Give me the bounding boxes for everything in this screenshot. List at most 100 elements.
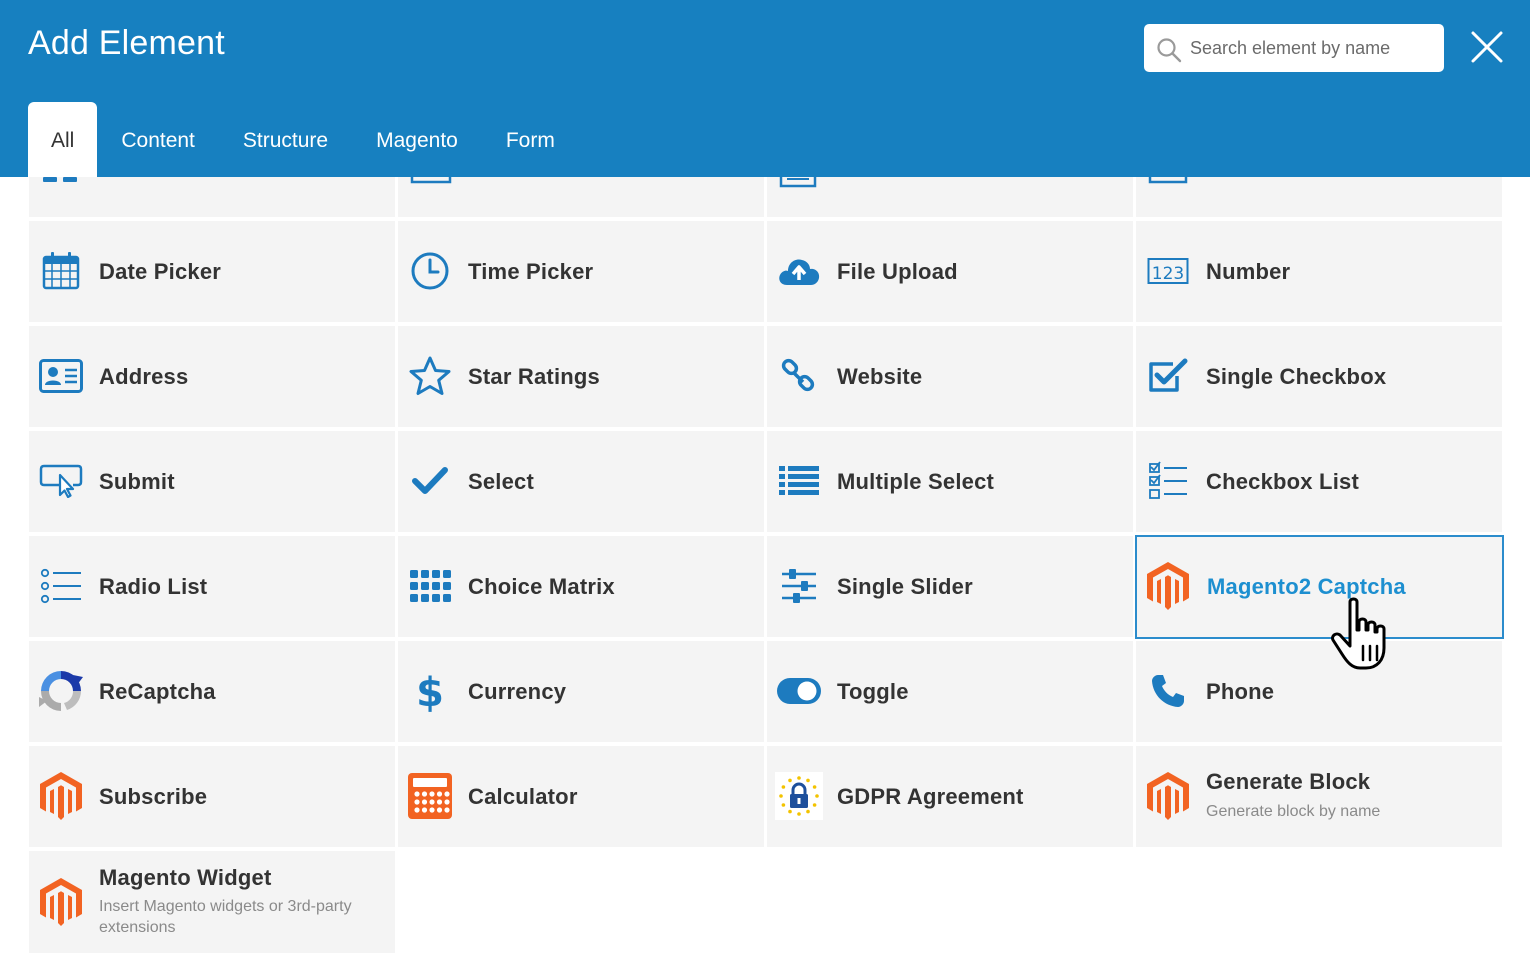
toggle-icon xyxy=(775,667,823,715)
element-toggle[interactable]: Toggle xyxy=(767,641,1133,742)
element-choice-matrix[interactable]: Choice Matrix xyxy=(398,536,764,637)
radio-list-icon xyxy=(37,562,85,610)
element-label: Select xyxy=(468,468,535,494)
element-label: Number xyxy=(1206,258,1291,284)
magento-icon xyxy=(1144,562,1192,610)
modal-header: Add Element All Content Structure Magent… xyxy=(0,0,1530,177)
pointer-click-icon xyxy=(37,457,85,505)
element-label: Single Checkbox xyxy=(1206,363,1387,389)
phone-icon xyxy=(1144,667,1192,715)
element-label: Multiple Select xyxy=(837,468,995,494)
element-single-slider[interactable]: Single Slider xyxy=(767,536,1133,637)
tab-form[interactable]: Form xyxy=(482,102,579,177)
checkbox-list-icon xyxy=(1144,457,1192,505)
element-website[interactable]: Website xyxy=(767,326,1133,427)
partial-icon xyxy=(43,177,77,182)
magento-icon xyxy=(37,878,85,926)
element-label: Submit xyxy=(99,468,175,494)
dollar-icon: $ xyxy=(406,667,454,715)
clock-icon xyxy=(406,247,454,295)
checkmark-icon xyxy=(406,457,454,505)
element-submit[interactable]: Submit xyxy=(29,431,395,532)
element-label: Subscribe xyxy=(99,783,208,809)
element-description: Insert Magento widgets or 3rd-party exte… xyxy=(99,898,352,936)
element-label: Address xyxy=(99,363,189,389)
element-label: Magento Widget xyxy=(99,865,272,890)
calendar-icon xyxy=(37,247,85,295)
number-123-icon: 123 xyxy=(1144,247,1192,295)
element-currency[interactable]: $ Currency xyxy=(398,641,764,742)
tab-all[interactable]: All xyxy=(28,102,98,177)
address-card-icon xyxy=(37,352,85,400)
element-label: ReCaptcha xyxy=(99,678,216,704)
sliders-icon xyxy=(775,562,823,610)
element-multiple-select[interactable]: Multiple Select xyxy=(767,431,1133,532)
list-icon xyxy=(775,457,823,505)
element-address[interactable]: Address xyxy=(29,326,395,427)
tab-bar: All Content Structure Magento Form xyxy=(28,102,579,177)
close-icon[interactable] xyxy=(1468,28,1506,66)
element-label: Checkbox List xyxy=(1206,468,1359,494)
element-label: Currency xyxy=(468,678,567,704)
element-subscribe[interactable]: Subscribe xyxy=(29,746,395,847)
search-box[interactable] xyxy=(1144,24,1444,72)
tab-content[interactable]: Content xyxy=(97,102,219,177)
svg-text:$: $ xyxy=(416,670,444,713)
element-checkbox-list[interactable]: Checkbox List xyxy=(1136,431,1502,532)
element-recaptcha[interactable]: ReCaptcha xyxy=(29,641,395,742)
element-file-upload[interactable]: File Upload xyxy=(767,221,1133,322)
element-label: Radio List xyxy=(99,573,208,599)
tab-magento[interactable]: Magento xyxy=(352,102,482,177)
element-magento-widget[interactable]: Magento Widget Insert Magento widgets or… xyxy=(29,851,395,953)
element-time-picker[interactable]: Time Picker xyxy=(398,221,764,322)
element-grid: Date Picker Time Picker File Upload 123 … xyxy=(0,177,1530,965)
element-gdpr-agreement[interactable]: GDPR Agreement xyxy=(767,746,1133,847)
element-label: Magento2 Captcha xyxy=(1207,574,1406,599)
element-label: GDPR Agreement xyxy=(837,783,1024,809)
gdpr-lock-icon xyxy=(775,772,823,820)
element-label: Calculator xyxy=(468,783,578,809)
modal-title: Add Element xyxy=(28,24,225,62)
element-radio-list[interactable]: Radio List xyxy=(29,536,395,637)
element-tile-partial[interactable] xyxy=(1136,177,1502,217)
element-phone[interactable]: Phone xyxy=(1136,641,1502,742)
link-icon xyxy=(775,352,823,400)
tab-structure[interactable]: Structure xyxy=(219,102,352,177)
element-select[interactable]: Select xyxy=(398,431,764,532)
element-magento2-captcha[interactable]: Magento2 Captcha xyxy=(1135,535,1504,639)
partial-icon xyxy=(779,177,817,188)
element-tile-partial[interactable] xyxy=(767,177,1133,217)
cloud-upload-icon xyxy=(775,247,823,295)
element-label: Website xyxy=(837,363,923,389)
element-tile-partial[interactable] xyxy=(29,177,395,217)
element-label: File Upload xyxy=(837,258,958,284)
element-label: Star Ratings xyxy=(468,363,600,389)
element-generate-block[interactable]: Generate Block Generate block by name xyxy=(1136,746,1502,847)
recaptcha-icon xyxy=(37,667,85,715)
checkbox-icon xyxy=(1144,352,1192,400)
element-label: Phone xyxy=(1206,678,1275,704)
element-date-picker[interactable]: Date Picker xyxy=(29,221,395,322)
partial-icon xyxy=(1148,177,1188,184)
element-calculator[interactable]: Calculator xyxy=(398,746,764,847)
element-single-checkbox[interactable]: Single Checkbox xyxy=(1136,326,1502,427)
search-input[interactable] xyxy=(1190,24,1436,72)
grid-icon xyxy=(406,562,454,610)
element-label: Time Picker xyxy=(468,258,594,284)
search-icon xyxy=(1157,38,1182,63)
element-description: Generate block by name xyxy=(1206,803,1381,820)
element-label: Toggle xyxy=(837,678,909,704)
magento-icon xyxy=(1144,772,1192,820)
element-tile-partial[interactable] xyxy=(398,177,764,217)
element-label: Date Picker xyxy=(99,258,222,284)
element-number[interactable]: 123 Number xyxy=(1136,221,1502,322)
svg-text:123: 123 xyxy=(1152,264,1184,284)
partial-icon xyxy=(410,177,452,184)
element-label: Single Slider xyxy=(837,573,973,599)
element-star-ratings[interactable]: Star Ratings xyxy=(398,326,764,427)
calculator-icon xyxy=(406,772,454,820)
star-icon xyxy=(406,352,454,400)
element-label: Generate Block xyxy=(1206,769,1371,794)
element-label: Choice Matrix xyxy=(468,573,615,599)
magento-icon xyxy=(37,772,85,820)
